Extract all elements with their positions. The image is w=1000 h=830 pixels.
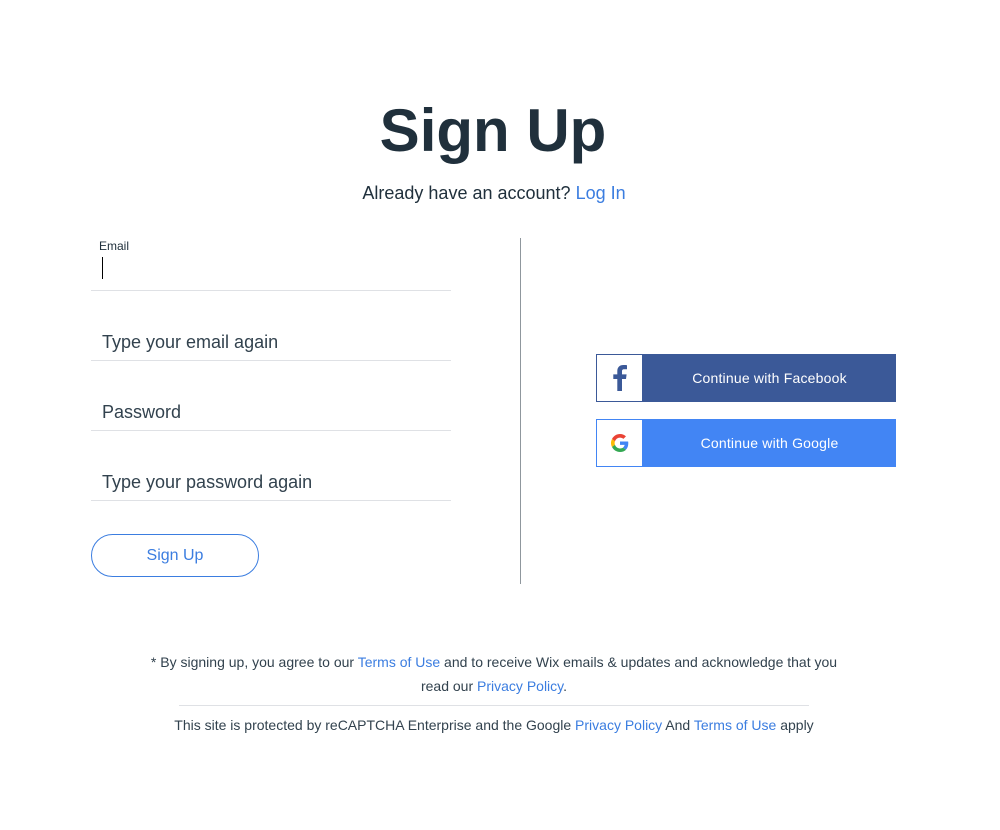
continue-with-facebook-button[interactable]: Continue with Facebook [596, 354, 896, 402]
email-input[interactable] [102, 257, 442, 281]
terms-notice-prefix: * By signing up, you agree to our [150, 654, 358, 670]
facebook-button-label: Continue with Facebook [692, 370, 847, 386]
facebook-icon-box [596, 354, 643, 402]
sign-up-button[interactable]: Sign Up [91, 534, 259, 577]
email-confirm-input[interactable] [102, 330, 442, 354]
email-label: Email [99, 239, 130, 253]
password-field-container [91, 388, 451, 431]
google-privacy-policy-link[interactable]: Privacy Policy [575, 717, 662, 733]
facebook-icon [612, 365, 627, 391]
recaptcha-suffix: apply [776, 717, 814, 733]
terms-notice-suffix: . [563, 678, 568, 694]
password-input[interactable] [102, 400, 442, 424]
login-link[interactable]: Log In [576, 183, 626, 203]
login-prompt-text: Already have an account? [362, 183, 571, 203]
recaptcha-middle: And [662, 717, 694, 733]
google-button-label: Continue with Google [700, 435, 839, 451]
recaptcha-notice: This site is protected by reCAPTCHA Ente… [140, 713, 848, 737]
google-icon-box [596, 419, 643, 467]
password-confirm-field-container [91, 458, 451, 501]
terms-notice: * By signing up, you agree to our Terms … [140, 650, 848, 698]
email-confirm-field-container [91, 318, 451, 361]
email-field-container: Email [91, 238, 451, 291]
login-prompt: Already have an account? Log In [0, 181, 988, 205]
horizontal-divider [179, 705, 809, 706]
google-terms-of-use-link[interactable]: Terms of Use [694, 717, 776, 733]
recaptcha-prefix: This site is protected by reCAPTCHA Ente… [174, 717, 576, 733]
continue-with-google-button[interactable]: Continue with Google [596, 419, 896, 467]
privacy-policy-link[interactable]: Privacy Policy [477, 678, 563, 694]
vertical-divider [520, 238, 521, 584]
terms-of-use-link[interactable]: Terms of Use [358, 654, 440, 670]
page-title: Sign Up [379, 97, 607, 164]
password-confirm-input[interactable] [102, 470, 442, 494]
google-icon [610, 434, 628, 452]
